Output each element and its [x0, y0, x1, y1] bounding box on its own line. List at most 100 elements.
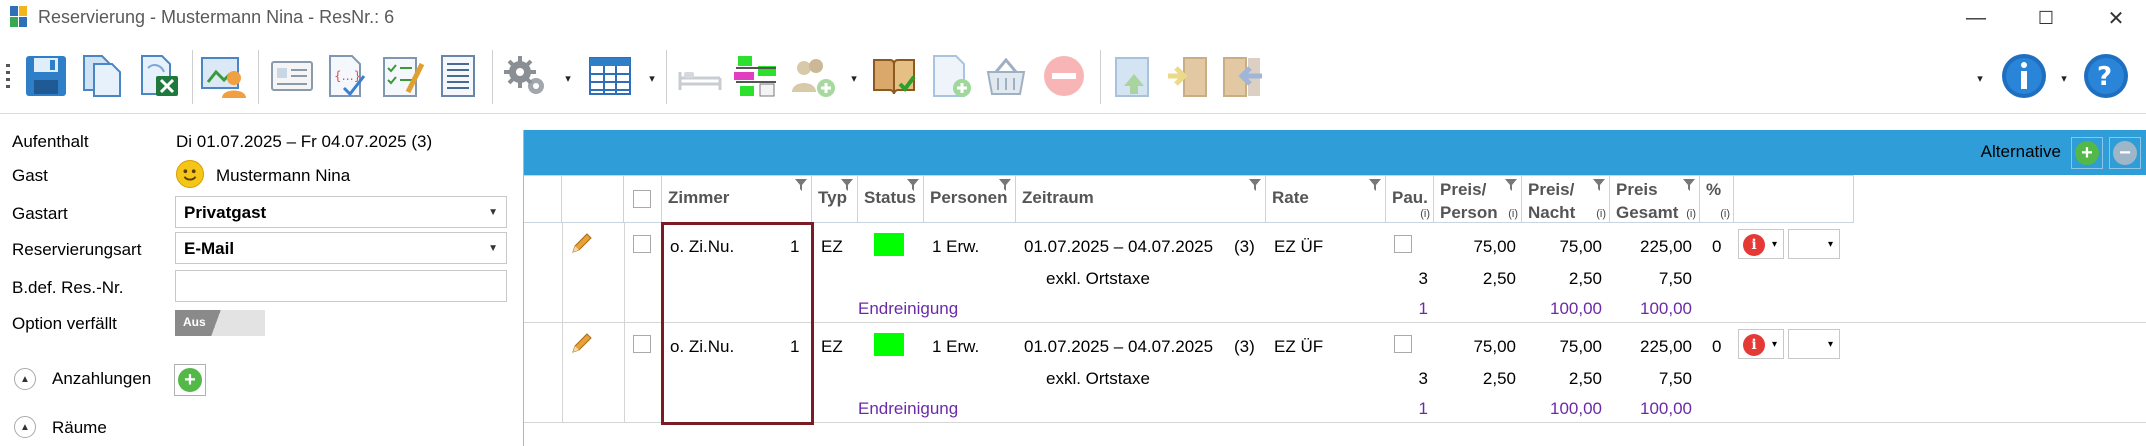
info-dropdown[interactable]: i ▾: [1738, 229, 1784, 259]
zeitraum-cell: 01.07.2025 – 04.07.2025: [1024, 337, 1214, 356]
copy-icon: [83, 55, 121, 97]
toolbar-gripper[interactable]: [6, 64, 10, 90]
pencil-icon[interactable]: [570, 231, 594, 255]
table-view-button[interactable]: [584, 50, 636, 102]
option-toggle[interactable]: Aus: [175, 310, 265, 336]
table-view-icon: [589, 57, 631, 95]
header-typ[interactable]: Typ: [812, 175, 858, 223]
bed-button[interactable]: [674, 50, 726, 102]
move-icon: [1168, 57, 1207, 97]
expand-anzahlungen-icon[interactable]: ▲: [14, 368, 36, 390]
header-personen-label: Personen: [930, 188, 1008, 207]
preis-nacht-cell: 75,00: [1559, 337, 1602, 356]
document-edit-button[interactable]: {…}: [320, 50, 372, 102]
chevron-down-icon: ▼: [488, 243, 498, 254]
header-preis-gesamt-label: Preis Gesamt: [1616, 180, 1679, 222]
header-preis-person[interactable]: Preis/Person (i): [1434, 175, 1522, 223]
maximize-button[interactable]: ☐: [2016, 0, 2076, 36]
prozent-cell: 0: [1712, 337, 1722, 356]
close-button[interactable]: ✕: [2086, 0, 2146, 36]
action-dropdown[interactable]: ▾: [1788, 329, 1840, 359]
basket-icon: [986, 57, 1026, 95]
settings-dropdown-arrow[interactable]: ▾: [562, 72, 574, 85]
filter-icon: [1249, 179, 1261, 191]
select-all-checkbox[interactable]: [633, 190, 651, 208]
zeitraum-cell: 01.07.2025 – 04.07.2025: [1024, 237, 1214, 256]
header-status[interactable]: Status: [858, 175, 924, 223]
header-preis-nacht[interactable]: Preis/Nacht (i): [1522, 175, 1610, 223]
table-view-dropdown-arrow[interactable]: ▾: [646, 72, 658, 85]
service-label[interactable]: Endreinigung: [858, 399, 958, 419]
list-document-button[interactable]: [432, 50, 484, 102]
gast-value[interactable]: Mustermann Nina: [216, 166, 350, 186]
registration-form-button[interactable]: [266, 50, 318, 102]
info-button[interactable]: [1998, 50, 2050, 102]
chevron-down-icon: ▾: [1771, 239, 1777, 250]
header-preis-person-label: Preis/Person: [1440, 180, 1498, 222]
row-checkbox[interactable]: [633, 235, 651, 253]
minimize-button[interactable]: —: [1946, 0, 2006, 36]
gastart-select[interactable]: Privatgast ▼: [175, 196, 507, 228]
checkin-button[interactable]: [1108, 50, 1160, 102]
bdef-input[interactable]: [175, 270, 507, 302]
filter-icon: [907, 179, 919, 191]
info-dropdown-arrow[interactable]: ▾: [2058, 72, 2070, 85]
action-dropdown[interactable]: ▾: [1788, 229, 1840, 259]
personen-cell: 1 Erw.: [932, 237, 980, 256]
more-dropdown-arrow[interactable]: ▾: [1974, 72, 1986, 85]
header-zeitraum[interactable]: Zeitraum: [1016, 175, 1266, 223]
extra-nacht: 2,50: [1568, 369, 1602, 388]
book-check-button[interactable]: [868, 50, 920, 102]
excel-export-button[interactable]: [132, 50, 184, 102]
add-person-dropdown-arrow[interactable]: ▾: [848, 72, 860, 85]
header-rate-label: Rate: [1272, 188, 1309, 207]
pencil-icon[interactable]: [570, 331, 594, 355]
pau-checkbox[interactable]: [1394, 335, 1412, 353]
resart-select[interactable]: E-Mail ▼: [175, 232, 507, 264]
new-document-button[interactable]: [924, 50, 976, 102]
document-edit-icon: {…}: [329, 55, 366, 97]
book-check-icon: [873, 59, 916, 95]
header-zimmer[interactable]: Zimmer: [662, 175, 812, 223]
remove-alternative-button[interactable]: −: [2109, 137, 2141, 169]
filter-icon: [999, 179, 1011, 191]
naechte-cell: (3): [1234, 337, 1255, 356]
help-button[interactable]: ?: [2080, 50, 2132, 102]
app-logo-icon: [10, 6, 28, 28]
header-pau[interactable]: Pau. (i): [1386, 175, 1434, 223]
move-button[interactable]: [1162, 50, 1214, 102]
guest-card-button[interactable]: [198, 50, 250, 102]
resart-value: E-Mail: [184, 239, 235, 258]
service-nacht: 100,00: [1550, 299, 1602, 318]
row-checkbox[interactable]: [633, 335, 651, 353]
pau-checkbox[interactable]: [1394, 235, 1412, 253]
header-preis-nacht-label: Preis/Nacht: [1528, 180, 1576, 222]
add-person-button[interactable]: [786, 50, 838, 102]
checklist-button[interactable]: [376, 50, 428, 102]
add-anzahlung-button[interactable]: +: [174, 364, 206, 396]
preis-person-cell: 75,00: [1473, 337, 1516, 356]
room-plan-button[interactable]: [730, 50, 782, 102]
settings-button[interactable]: [500, 50, 552, 102]
remove-button[interactable]: [1038, 50, 1090, 102]
chevron-down-icon: ▼: [488, 207, 498, 218]
help-icon: ?: [2084, 54, 2128, 98]
checkout-button[interactable]: [1216, 50, 1268, 102]
anzahlungen-label: Anzahlungen: [52, 369, 152, 388]
raeume-label: Räume: [52, 418, 107, 437]
save-button[interactable]: [20, 50, 72, 102]
info-dropdown[interactable]: i ▾: [1738, 329, 1784, 359]
header-select: [624, 175, 662, 223]
service-label[interactable]: Endreinigung: [858, 299, 958, 319]
header-typ-label: Typ: [818, 188, 847, 207]
registration-form-icon: [271, 61, 313, 91]
expand-raeume-icon[interactable]: ▲: [14, 416, 36, 438]
header-preis-gesamt[interactable]: Preis Gesamt (i): [1610, 175, 1700, 223]
add-alternative-button[interactable]: +: [2071, 137, 2103, 169]
copy-button[interactable]: [76, 50, 128, 102]
add-person-icon: [792, 59, 835, 97]
header-prozent[interactable]: % (i): [1700, 175, 1734, 223]
header-personen[interactable]: Personen: [924, 175, 1016, 223]
header-rate[interactable]: Rate: [1266, 175, 1386, 223]
basket-button[interactable]: [980, 50, 1032, 102]
